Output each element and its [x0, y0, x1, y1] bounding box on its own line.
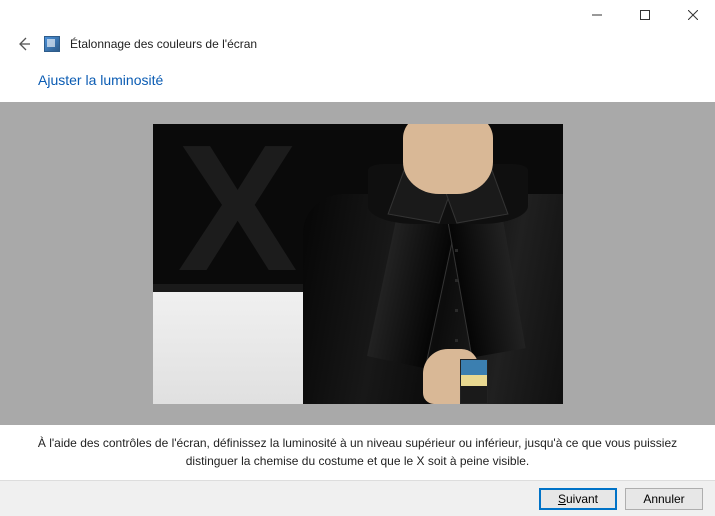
close-button[interactable] — [679, 3, 707, 27]
calibration-image: X — [153, 124, 563, 404]
next-button[interactable]: Suivant — [539, 488, 617, 510]
maximize-button[interactable] — [631, 3, 659, 27]
page-heading: Ajuster la luminosité — [0, 62, 715, 102]
minimize-button[interactable] — [583, 3, 611, 27]
white-panel — [153, 284, 328, 404]
header: Étalonnage des couleurs de l'écran — [0, 30, 715, 62]
button-bar: Suivant Annuler — [0, 480, 715, 516]
instruction-text: À l'aide des contrôles de l'écran, défin… — [0, 425, 715, 480]
window-title: Étalonnage des couleurs de l'écran — [70, 37, 257, 51]
cancel-button[interactable]: Annuler — [625, 488, 703, 510]
image-area: X — [0, 102, 715, 425]
calibration-x-mark: X — [178, 139, 318, 289]
titlebar — [0, 0, 715, 30]
person-silhouette — [313, 124, 563, 404]
back-button[interactable] — [14, 34, 34, 54]
app-icon — [44, 36, 60, 52]
